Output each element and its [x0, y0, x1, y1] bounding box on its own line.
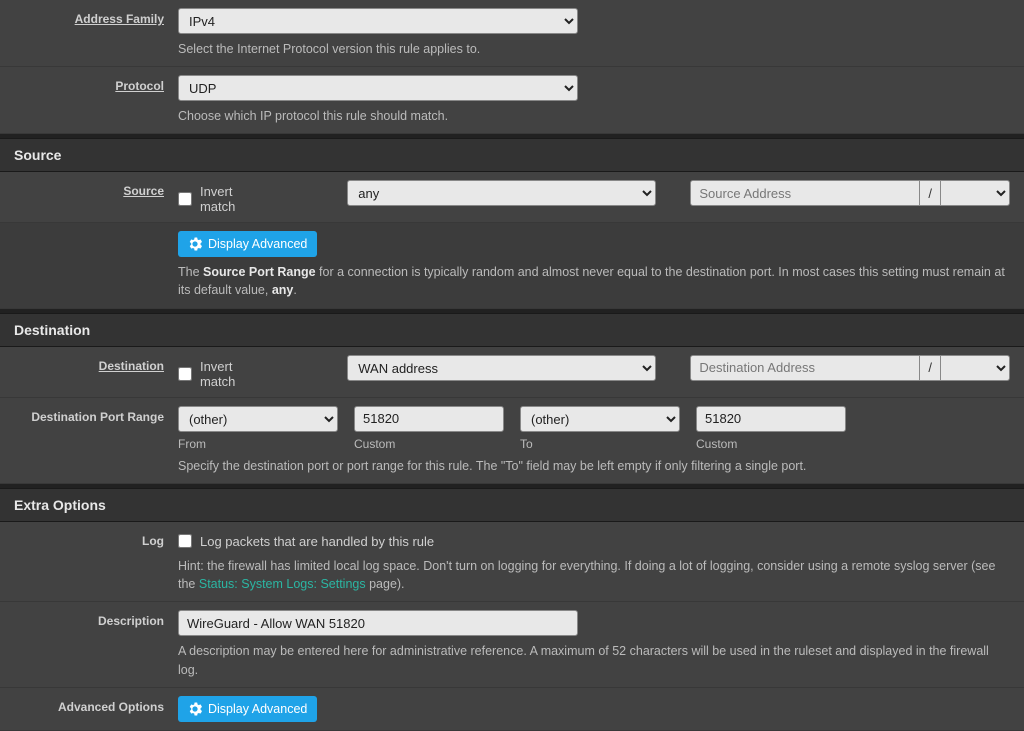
port-from-custom-label: Custom: [354, 437, 504, 451]
gear-icon: [188, 237, 202, 251]
description-row: Description A description may be entered…: [0, 602, 1024, 687]
advanced-options-display-button[interactable]: Display Advanced: [178, 696, 317, 722]
port-to-select[interactable]: (other): [520, 406, 680, 432]
log-checkbox[interactable]: [178, 534, 192, 548]
advanced-options-row: Advanced Options Display Advanced: [0, 688, 1024, 731]
destination-invert-checkbox[interactable]: [178, 367, 192, 381]
address-family-select[interactable]: IPv4: [178, 8, 578, 34]
port-to-label: To: [520, 437, 680, 451]
source-invert-checkbox[interactable]: [178, 192, 192, 206]
destination-invert-wrap[interactable]: Invert match: [178, 355, 271, 389]
protocol-help: Choose which IP protocol this rule shoul…: [178, 107, 1010, 125]
log-checkbox-label: Log packets that are handled by this rul…: [200, 534, 434, 549]
destination-port-range-row: Destination Port Range (other) From Cust…: [0, 398, 1024, 484]
source-mask-select[interactable]: [940, 180, 1010, 206]
syslog-settings-link[interactable]: Status: System Logs: Settings: [199, 577, 366, 591]
address-family-help: Select the Internet Protocol version thi…: [178, 40, 1010, 58]
source-label: Source: [0, 178, 178, 216]
port-from-label: From: [178, 437, 338, 451]
destination-port-range-label: Destination Port Range: [0, 404, 178, 477]
log-hint: Hint: the firewall has limited local log…: [178, 557, 1010, 593]
extra-options-header: Extra Options: [0, 488, 1024, 522]
description-help: A description may be entered here for ad…: [178, 642, 1010, 678]
protocol-select[interactable]: UDP: [178, 75, 578, 101]
port-to-custom-input[interactable]: [696, 406, 846, 432]
source-section-header: Source: [0, 138, 1024, 172]
port-from-select[interactable]: (other): [178, 406, 338, 432]
source-mask-slash: /: [920, 180, 940, 206]
destination-section-header: Destination: [0, 313, 1024, 347]
protocol-label: Protocol: [0, 73, 178, 127]
advanced-options-label: Advanced Options: [0, 694, 178, 724]
destination-label: Destination: [0, 353, 178, 391]
log-label: Log: [0, 528, 178, 596]
protocol-row: Protocol UDP Choose which IP protocol th…: [0, 67, 1024, 134]
log-row: Log Log packets that are handled by this…: [0, 522, 1024, 603]
gear-icon: [188, 702, 202, 716]
source-invert-label: Invert match: [200, 184, 271, 214]
destination-port-help: Specify the destination port or port ran…: [178, 457, 1010, 475]
source-address-input[interactable]: [690, 180, 920, 206]
destination-address-input[interactable]: [690, 355, 920, 381]
port-from-custom-input[interactable]: [354, 406, 504, 432]
address-family-row: Address Family IPv4 Select the Internet …: [0, 0, 1024, 67]
destination-type-select[interactable]: WAN address: [347, 355, 656, 381]
source-invert-wrap[interactable]: Invert match: [178, 180, 271, 214]
port-to-custom-label: Custom: [696, 437, 846, 451]
source-row: Source Invert match any /: [0, 172, 1024, 223]
destination-mask-slash: /: [920, 355, 940, 381]
description-label: Description: [0, 608, 178, 680]
log-checkbox-wrap[interactable]: Log packets that are handled by this rul…: [178, 530, 434, 549]
destination-mask-select[interactable]: [940, 355, 1010, 381]
address-family-label: Address Family: [0, 6, 178, 60]
source-type-select[interactable]: any: [347, 180, 656, 206]
description-input[interactable]: [178, 610, 578, 636]
destination-invert-label: Invert match: [200, 359, 271, 389]
source-display-advanced-button[interactable]: Display Advanced: [178, 231, 317, 257]
source-advanced-row: Display Advanced The Source Port Range f…: [0, 223, 1024, 308]
source-port-help: The Source Port Range for a connection i…: [178, 263, 1010, 299]
destination-row: Destination Invert match WAN address /: [0, 347, 1024, 398]
